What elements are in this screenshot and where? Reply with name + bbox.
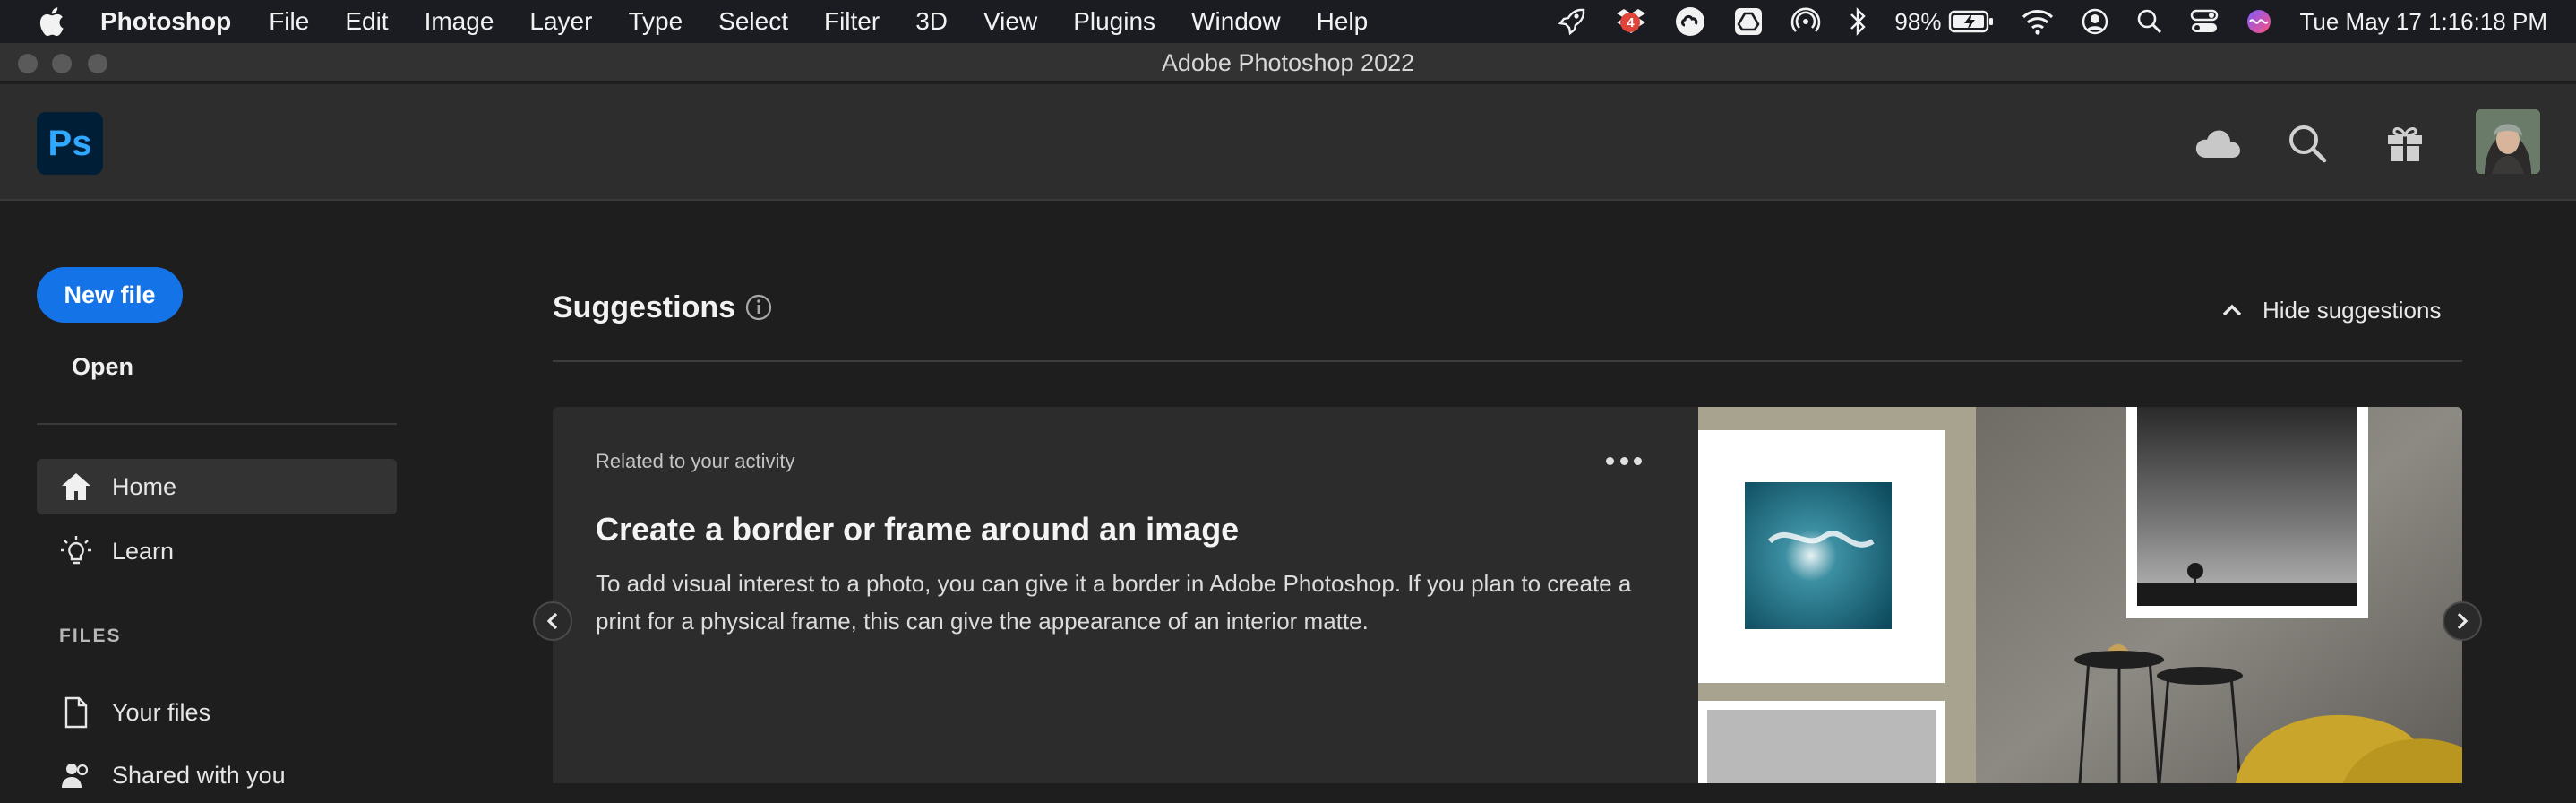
- sidebar-item-label: Learn: [112, 537, 175, 565]
- main-content: Suggestions Hide suggestions Related to …: [430, 203, 2576, 783]
- wifi-icon[interactable]: [2022, 0, 2054, 43]
- google-drive-icon[interactable]: [1733, 0, 1764, 43]
- battery-status[interactable]: 98%: [1894, 0, 1995, 43]
- sidebar-item-label: Your files: [112, 698, 211, 726]
- suggestions-title: Suggestions: [553, 290, 736, 324]
- airdrop-icon[interactable]: [1790, 0, 1821, 43]
- menu-type[interactable]: Type: [628, 7, 683, 36]
- user-account-icon[interactable]: [2081, 0, 2109, 43]
- suggestions-divider: [553, 360, 2462, 362]
- battery-icon: [1949, 10, 1994, 33]
- menu-view[interactable]: View: [983, 7, 1037, 36]
- menu-clock[interactable]: Tue May 17 1:16:18 PM: [2299, 0, 2547, 43]
- app-header: Ps: [0, 84, 2576, 201]
- menu-layer[interactable]: Layer: [529, 7, 592, 36]
- user-avatar[interactable]: [2476, 109, 2540, 174]
- people-icon: [58, 757, 94, 793]
- menu-plugins[interactable]: Plugins: [1073, 7, 1155, 36]
- control-center-icon[interactable]: [2190, 0, 2219, 43]
- chevron-left-icon: [546, 612, 558, 630]
- menu-help[interactable]: Help: [1317, 7, 1369, 36]
- bluetooth-icon[interactable]: [1848, 0, 1868, 43]
- chevron-right-icon: [2457, 612, 2469, 630]
- siri-icon[interactable]: [2245, 0, 2272, 43]
- sidebar-item-learn[interactable]: Learn: [37, 523, 397, 579]
- card-preview-image: [1698, 407, 2462, 783]
- info-icon[interactable]: [743, 292, 774, 323]
- menu-filter[interactable]: Filter: [824, 7, 880, 36]
- sidebar-item-label: Home: [112, 472, 177, 500]
- chevron-up-icon: [2220, 298, 2245, 323]
- document-icon: [58, 695, 94, 730]
- status-bar-area: 4 98% Tue May 17 1:16:18 PM: [1529, 0, 2547, 43]
- macos-menu-bar: Photoshop File Edit Image Layer Type Sel…: [0, 0, 2576, 43]
- creative-cloud-icon[interactable]: [1674, 0, 1706, 43]
- gift-icon[interactable]: [2379, 120, 2431, 167]
- sidebar-item-label: Shared with you: [112, 761, 286, 789]
- menu-app-name[interactable]: Photoshop: [100, 7, 231, 36]
- window-title-bar: Adobe Photoshop 2022: [0, 43, 2576, 82]
- sidebar: New file Open Home Learn FILES Your file…: [0, 203, 430, 789]
- menu-window[interactable]: Window: [1191, 7, 1281, 36]
- menu-image[interactable]: Image: [425, 7, 494, 36]
- battery-percent: 98%: [1894, 7, 1942, 35]
- spotlight-search-icon[interactable]: [2136, 0, 2163, 43]
- files-section-label: FILES: [59, 626, 122, 646]
- menu-file[interactable]: File: [269, 7, 309, 36]
- lightbulb-icon: [58, 533, 94, 569]
- search-icon[interactable]: [2281, 120, 2333, 167]
- sidebar-divider: [37, 423, 397, 425]
- carousel-prev-button[interactable]: [533, 601, 572, 641]
- sidebar-item-your-files[interactable]: Your files: [37, 685, 397, 740]
- card-description: To add visual interest to a photo, you c…: [596, 570, 1632, 635]
- suggestion-card[interactable]: Related to your activity Create a border…: [553, 407, 2462, 783]
- card-eyebrow: Related to your activity: [596, 450, 795, 472]
- cloud-icon[interactable]: [2192, 120, 2244, 167]
- menu-3d[interactable]: 3D: [915, 7, 948, 36]
- card-title: Create a border or frame around an image: [596, 511, 1240, 548]
- new-file-button[interactable]: New file: [37, 267, 183, 323]
- open-button[interactable]: Open: [72, 353, 133, 381]
- rocket-icon[interactable]: [1556, 0, 1588, 43]
- hide-suggestions-button[interactable]: Hide suggestions: [2220, 294, 2441, 326]
- sidebar-item-home[interactable]: Home: [37, 459, 397, 514]
- menu-select[interactable]: Select: [718, 7, 788, 36]
- dropbox-icon[interactable]: 4: [1615, 0, 1647, 43]
- photoshop-logo[interactable]: Ps: [37, 112, 103, 175]
- apple-logo-icon[interactable]: [36, 6, 66, 37]
- window-title: Adobe Photoshop 2022: [1161, 49, 1415, 76]
- carousel-next-button[interactable]: [2443, 601, 2482, 641]
- more-options-icon[interactable]: [1606, 452, 1642, 470]
- sidebar-item-shared-with-you[interactable]: Shared with you: [37, 747, 397, 803]
- hide-suggestions-label: Hide suggestions: [2263, 296, 2442, 324]
- home-icon: [58, 469, 94, 505]
- menu-edit[interactable]: Edit: [345, 7, 388, 36]
